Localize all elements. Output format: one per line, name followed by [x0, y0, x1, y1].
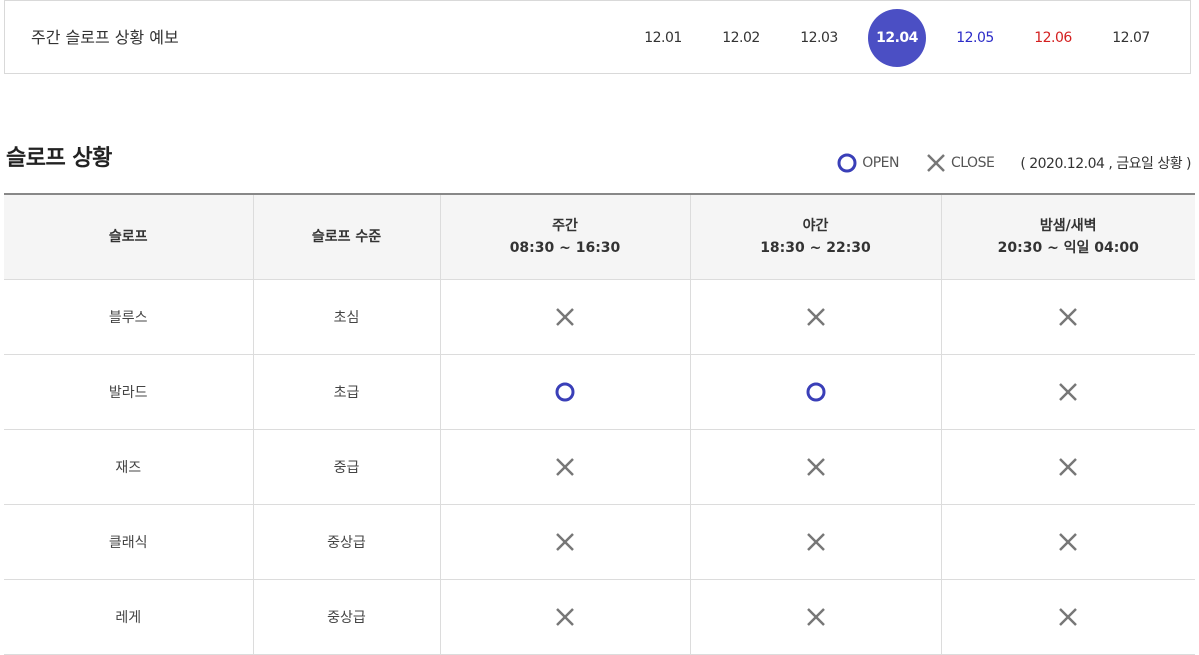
forecast-date-label: 12.03 [800, 30, 838, 46]
column-header: 야간 18:30 ~ 22:30 [690, 193, 942, 280]
legend-close: CLOSE [925, 152, 995, 174]
open-circle-icon [806, 382, 825, 402]
forecast-date-label: 12.07 [1112, 30, 1150, 46]
forecast-date-label: 12.06 [1034, 30, 1072, 46]
forecast-date-label: 12.01 [644, 30, 682, 46]
close-x-icon [927, 154, 945, 172]
column-header-title: 슬로프 [108, 229, 148, 245]
close-x-icon [806, 308, 825, 326]
close-x-icon [556, 533, 574, 551]
column-header-title: 밤샘/새벽 [1039, 218, 1097, 234]
status-cell-close [690, 429, 942, 505]
table-body: 블루스 초심 발라드 초급 재즈 중급 클래식 중상급 레게 중상급 [4, 279, 1195, 655]
close-x-icon [1059, 308, 1078, 326]
column-header: 슬로프 [4, 193, 254, 280]
legend-open-label: OPEN [862, 155, 899, 171]
status-cell-close [440, 279, 691, 355]
status-legend: OPEN CLOSE ( 2020.12.04 , 금요일 상황 ) [836, 152, 1191, 174]
status-cell-open [440, 354, 691, 430]
slope-level: 중상급 [253, 579, 441, 655]
legend-open: OPEN [836, 152, 899, 174]
forecast-date-12-06[interactable]: 12.06 [1014, 30, 1092, 46]
status-cell-close [941, 429, 1195, 505]
forecast-title: 주간 슬로프 상황 예보 [31, 28, 179, 47]
status-cell-close [440, 504, 691, 580]
section-title: 슬로프 상황 [6, 146, 112, 171]
column-header: 슬로프 수준 [253, 193, 441, 280]
column-header-time: 18:30 ~ 22:30 [760, 240, 871, 256]
close-x-icon [806, 533, 825, 551]
column-header-title: 슬로프 수준 [311, 229, 382, 245]
table-header-row: 슬로프 슬로프 수준 주간 08:30 ~ 16:30 야간 18:30 ~ 22:30 밤… [4, 193, 1195, 280]
forecast-date-12-01[interactable]: 12.01 [624, 30, 702, 46]
close-x-icon [806, 458, 825, 476]
forecast-date-label: 12.02 [722, 30, 760, 46]
forecast-date-label: 12.05 [956, 30, 994, 46]
forecast-date-12-02[interactable]: 12.02 [702, 30, 780, 46]
status-cell-close [941, 504, 1195, 580]
forecast-date-12-03[interactable]: 12.03 [780, 30, 858, 46]
close-x-icon [556, 608, 574, 626]
slope-level: 초심 [253, 279, 441, 355]
slope-status-table: 슬로프 슬로프 수준 주간 08:30 ~ 16:30 야간 18:30 ~ 22:30 밤… [4, 193, 1195, 655]
legend-close-label: CLOSE [950, 155, 995, 171]
table-row: 발라드 초급 [4, 354, 1195, 430]
slope-level: 초급 [253, 354, 441, 430]
table-row: 재즈 중급 [4, 429, 1195, 505]
slope-level: 중급 [253, 429, 441, 505]
forecast-date-12-05[interactable]: 12.05 [936, 30, 1014, 46]
close-x-icon [1059, 383, 1078, 401]
slope-name: 재즈 [4, 429, 254, 505]
slope-name: 발라드 [4, 354, 254, 430]
status-cell-close [690, 579, 942, 655]
open-circle-icon [555, 382, 575, 402]
column-header-title: 주간 [552, 218, 578, 234]
column-header-title: 야간 [802, 218, 829, 234]
weekly-forecast-bar: 주간 슬로프 상황 예보 12.01 12.02 12.03 12.04 12.05 12… [4, 0, 1191, 74]
status-cell-close [690, 279, 942, 355]
status-date-note: ( 2020.12.04 , 금요일 상황 ) [1020, 156, 1191, 172]
status-cell-close [941, 579, 1195, 655]
status-cell-open [690, 354, 942, 430]
column-header-time: 20:30 ~ 익일 04:00 [997, 240, 1139, 256]
status-cell-close [690, 504, 942, 580]
forecast-date-12-07[interactable]: 12.07 [1092, 30, 1170, 46]
slope-level: 중상급 [253, 504, 441, 580]
forecast-date-12-04[interactable]: 12.04 [858, 9, 936, 67]
forecast-date-label: 12.04 [868, 9, 926, 67]
status-cell-close [941, 279, 1195, 355]
column-header: 주간 08:30 ~ 16:30 [440, 193, 691, 280]
column-header-time: 08:30 ~ 16:30 [509, 240, 621, 256]
slope-name: 클래식 [4, 504, 254, 580]
column-header: 밤샘/새벽 20:30 ~ 익일 04:00 [941, 193, 1195, 280]
close-x-icon [556, 458, 574, 476]
table-row: 클래식 중상급 [4, 504, 1195, 580]
close-x-icon [556, 308, 574, 326]
status-cell-close [941, 354, 1195, 430]
table-row: 레게 중상급 [4, 579, 1195, 655]
slope-name: 블루스 [4, 279, 254, 355]
close-x-icon [806, 608, 825, 626]
close-x-icon [1059, 533, 1078, 551]
table-row: 블루스 초심 [4, 279, 1195, 355]
forecast-date-list: 12.01 12.02 12.03 12.04 12.05 12.06 12.07 [624, 1, 1170, 75]
close-x-icon [1059, 458, 1078, 476]
close-x-icon [1059, 608, 1078, 626]
slope-name: 레게 [4, 579, 254, 655]
status-cell-close [440, 579, 691, 655]
status-cell-close [440, 429, 691, 505]
open-circle-icon [837, 153, 857, 173]
